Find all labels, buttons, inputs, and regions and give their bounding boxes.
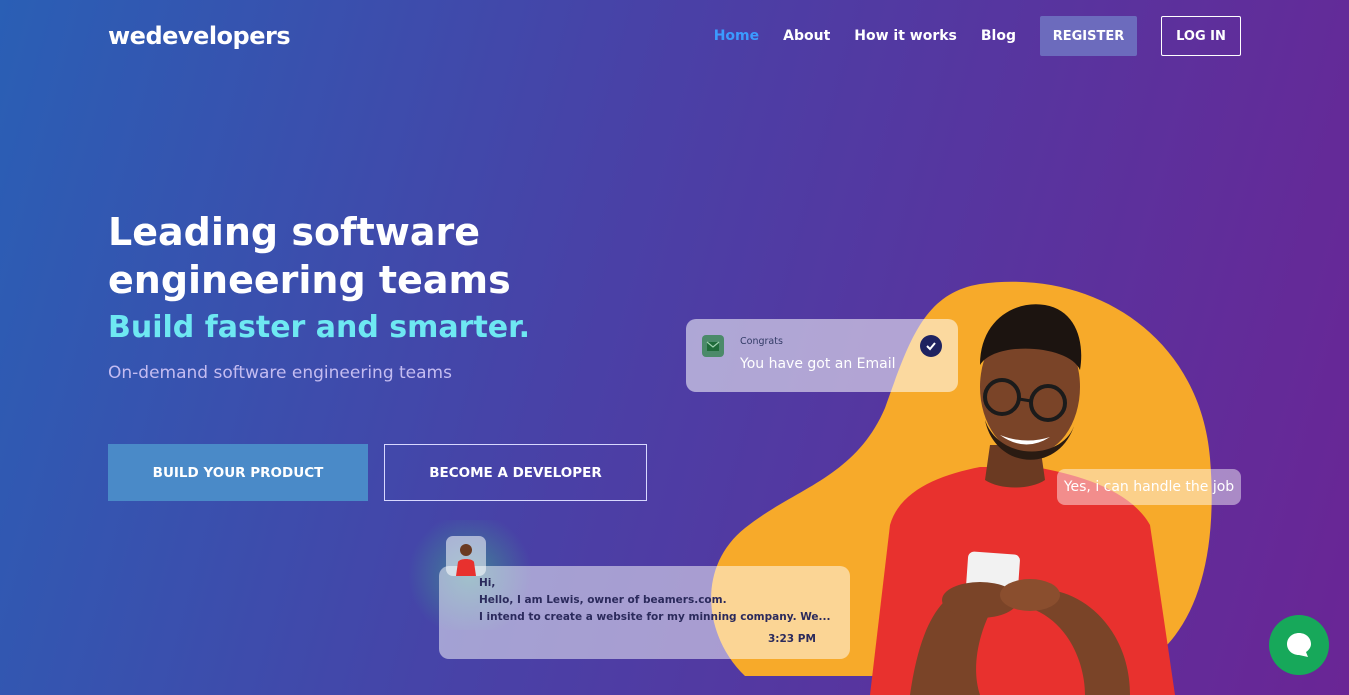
- build-product-button[interactable]: BUILD YOUR PRODUCT: [108, 444, 368, 501]
- hero-subtitle: Build faster and smarter.: [108, 310, 531, 345]
- become-developer-button[interactable]: BECOME A DEVELOPER: [384, 444, 647, 501]
- reply-bubble: Yes, i can handle the job: [1057, 469, 1241, 505]
- notification-label: Congrats: [740, 336, 783, 347]
- email-notification-card: Congrats You have got an Email: [686, 319, 958, 392]
- chat-line: I intend to create a website for my minn…: [479, 611, 831, 623]
- notification-message: You have got an Email: [740, 356, 896, 372]
- nav-about[interactable]: About: [783, 28, 830, 44]
- hero-description: On-demand software engineering teams: [108, 363, 452, 383]
- hero-title: Leading software engineering teams: [108, 210, 511, 302]
- nav-blog[interactable]: Blog: [981, 28, 1016, 44]
- nav-home[interactable]: Home: [714, 28, 759, 44]
- register-button[interactable]: REGISTER: [1040, 16, 1137, 56]
- site-logo[interactable]: wedevelopers: [108, 22, 291, 50]
- chat-timestamp: 3:23 PM: [768, 633, 816, 645]
- chat-widget-button[interactable]: [1269, 615, 1329, 675]
- avatar: [446, 536, 486, 576]
- mail-icon: [702, 335, 724, 357]
- main-nav: Home About How it works Blog REGISTER LO…: [714, 16, 1241, 56]
- login-button[interactable]: LOG IN: [1161, 16, 1241, 56]
- check-icon: [920, 335, 942, 357]
- chat-line: Hello, I am Lewis, owner of beamers.com.: [479, 594, 727, 606]
- chat-message-card: Hi, Hello, I am Lewis, owner of beamers.…: [439, 566, 850, 659]
- chat-bubble-icon: [1287, 633, 1311, 657]
- chat-line: Hi,: [479, 577, 496, 589]
- nav-how-it-works[interactable]: How it works: [854, 28, 957, 44]
